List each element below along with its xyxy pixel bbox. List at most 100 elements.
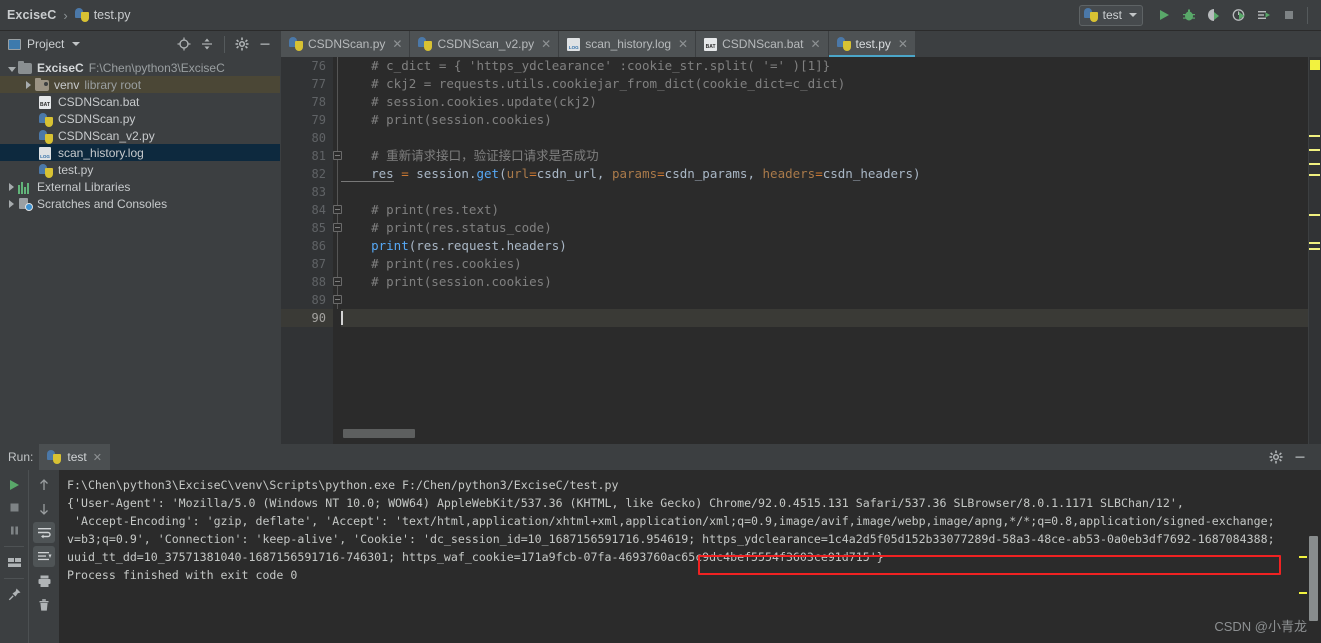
layout-icon[interactable] [3, 552, 25, 573]
stop-icon[interactable] [3, 497, 25, 518]
folder-venv-icon [35, 78, 50, 92]
line-number: 79 [311, 113, 326, 127]
pin-icon[interactable] [3, 584, 25, 605]
scroll-to-end-icon[interactable] [33, 546, 55, 567]
up-icon[interactable] [33, 474, 55, 495]
close-icon[interactable]: ✕ [541, 37, 551, 51]
tree-row-external-libraries[interactable]: External Libraries [0, 178, 280, 195]
line-number: 88 [311, 275, 326, 289]
warning-marker[interactable] [1309, 163, 1320, 165]
warning-marker[interactable] [1309, 248, 1320, 250]
tab-csdnscan-bat[interactable]: BAT CSDNScan.bat ✕ [696, 31, 829, 57]
code-line: # print(res.cookies) [341, 256, 522, 271]
code-line: # print(res.text) [341, 202, 500, 217]
close-icon[interactable]: ✕ [810, 37, 820, 51]
line-number-current: 90 [281, 309, 333, 327]
tree-detail: library root [84, 77, 142, 92]
cookie-highlight-box [698, 555, 1281, 575]
console-line: F:\Chen\python3\ExciseC\venv\Scripts\pyt… [67, 478, 619, 492]
warning-count-marker[interactable] [1310, 60, 1320, 70]
run-coverage-icon[interactable] [1202, 4, 1225, 27]
expand-arrow-right-icon[interactable] [22, 78, 35, 92]
line-number: 85 [311, 221, 326, 235]
tree-row-test-py[interactable]: test.py [0, 161, 280, 178]
rerun-icon[interactable] [3, 474, 25, 495]
locate-icon[interactable] [173, 33, 195, 55]
code-line: # c_dict = { 'https_ydclearance' :cookie… [341, 58, 831, 73]
hide-panel-icon[interactable] [254, 33, 276, 55]
code-content[interactable]: # c_dict = { 'https_ydclearance' :cookie… [341, 57, 1321, 444]
line-number: 81 [311, 149, 326, 163]
warning-marker[interactable] [1309, 174, 1320, 176]
tab-csdnscan-v2-py[interactable]: CSDNScan_v2.py ✕ [410, 31, 560, 57]
bat-file-icon: BAT [39, 95, 54, 109]
folder-icon [18, 61, 33, 75]
pause-icon[interactable] [3, 520, 25, 541]
console-output[interactable]: F:\Chen\python3\ExciseC\venv\Scripts\pyt… [59, 470, 1321, 643]
warning-marker[interactable] [1309, 135, 1320, 137]
console-vertical-scrollbar[interactable] [1309, 536, 1318, 621]
breadcrumb-file[interactable]: test.py [94, 8, 131, 22]
expand-arrow-right-icon[interactable] [5, 197, 18, 211]
warning-marker[interactable] [1309, 214, 1320, 216]
run-tab-test[interactable]: test ✕ [39, 444, 110, 470]
project-panel-title[interactable]: Project [27, 37, 64, 51]
tree-row-csdnscan-bat[interactable]: BAT CSDNScan.bat [0, 93, 280, 110]
soft-wrap-icon[interactable] [33, 522, 55, 543]
settings-icon[interactable] [1265, 446, 1287, 468]
tree-row-scratches-and-consoles[interactable]: Scratches and Consoles [0, 195, 280, 212]
run-tab-label: test [67, 450, 87, 464]
tree-row-csdnscan-py[interactable]: CSDNScan.py [0, 110, 280, 127]
tree-row-csdnscan-v2-py[interactable]: CSDNScan_v2.py [0, 127, 280, 144]
python-file-icon [836, 37, 851, 51]
fold-line [337, 75, 338, 309]
run-icon[interactable] [1152, 4, 1175, 27]
code-editor[interactable]: 76 77 78 79 80 81 82 83 84 85 86 87 88 8… [281, 57, 1321, 444]
expand-arrow-right-icon[interactable] [5, 180, 18, 194]
project-tree[interactable]: ExciseC F:\Chen\python3\ExciseC venv lib… [0, 57, 280, 444]
line-number: 78 [311, 95, 326, 109]
warning-marker[interactable] [1309, 149, 1320, 151]
profile-icon[interactable] [1227, 4, 1250, 27]
console-line: 'Accept-Encoding': 'gzip, deflate', 'Acc… [67, 514, 1275, 528]
line-number: 77 [311, 77, 326, 91]
console-marker [1299, 556, 1307, 558]
tree-label: External Libraries [37, 179, 131, 194]
close-icon[interactable]: ✕ [678, 37, 688, 51]
tree-label: Scratches and Consoles [37, 196, 168, 211]
expand-arrow-down-icon[interactable] [5, 61, 18, 75]
tree-label: test.py [58, 162, 94, 177]
collapse-all-icon[interactable] [196, 33, 218, 55]
chevron-down-icon[interactable] [72, 42, 81, 46]
run-configuration-selector[interactable]: test [1078, 4, 1143, 26]
print-icon[interactable] [33, 570, 55, 591]
tab-scan-history-log[interactable]: LOG scan_history.log ✕ [559, 31, 697, 57]
code-line: # ckj2 = requests.utils.cookiejar_from_d… [341, 76, 846, 91]
editor-horizontal-scrollbar[interactable] [343, 429, 415, 438]
run-panel-header-tools [1265, 446, 1321, 468]
breadcrumb-project[interactable]: ExciseC [7, 8, 56, 22]
trash-icon[interactable] [33, 594, 55, 615]
warning-marker[interactable] [1309, 242, 1320, 244]
debug-icon[interactable] [1177, 4, 1200, 27]
tab-csdnscan-py[interactable]: CSDNScan.py ✕ [281, 31, 411, 57]
editor-marker-bar[interactable] [1308, 57, 1321, 444]
down-icon[interactable] [33, 498, 55, 519]
close-icon[interactable]: ✕ [898, 37, 908, 51]
tree-row-exciseC[interactable]: ExciseC F:\Chen\python3\ExciseC [0, 59, 280, 76]
close-icon[interactable]: ✕ [93, 451, 102, 464]
tree-label: CSDNScan_v2.py [58, 128, 155, 143]
run-panel-body: F:\Chen\python3\ExciseC\venv\Scripts\pyt… [0, 470, 1321, 643]
run-with-console-icon[interactable] [1252, 4, 1275, 27]
tree-label: CSDNScan.bat [58, 94, 140, 109]
hide-panel-icon[interactable] [1289, 446, 1311, 468]
stop-icon[interactable] [1277, 4, 1300, 27]
log-file-icon: LOG [39, 146, 54, 160]
tree-row-venv[interactable]: venv library root [0, 76, 280, 93]
settings-icon[interactable] [231, 33, 253, 55]
tree-row-scan-history-log[interactable]: LOG scan_history.log [0, 144, 280, 161]
close-icon[interactable]: ✕ [392, 37, 402, 51]
tab-test-py[interactable]: test.py ✕ [828, 31, 916, 57]
text-caret [341, 311, 343, 325]
scratches-icon [18, 197, 33, 211]
